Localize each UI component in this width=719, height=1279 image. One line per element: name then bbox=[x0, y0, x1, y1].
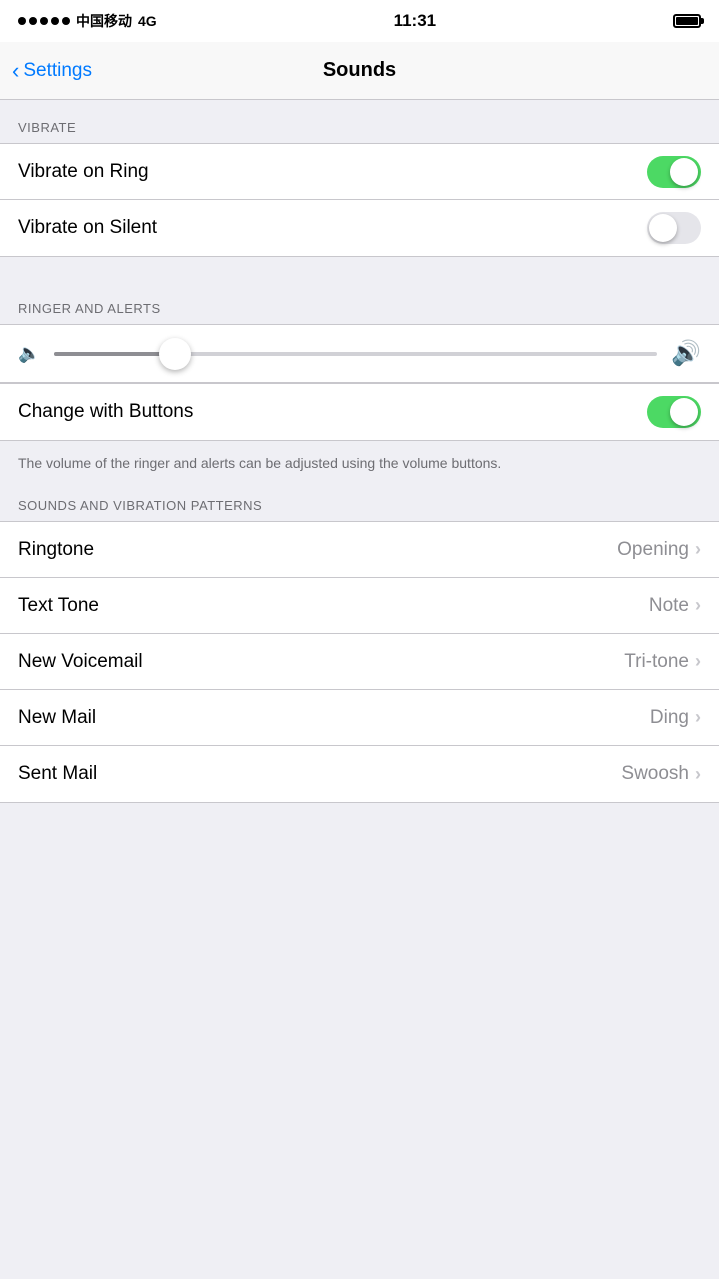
new-mail-label: New Mail bbox=[18, 707, 96, 729]
change-with-buttons-thumb bbox=[670, 398, 698, 426]
text-tone-right: Note › bbox=[649, 595, 701, 617]
spacer-bottom bbox=[0, 803, 719, 839]
volume-slider-fill bbox=[54, 352, 175, 356]
battery-fill bbox=[676, 17, 698, 25]
sounds-patterns-section-header: SOUNDS AND VIBRATION PATTERNS bbox=[0, 490, 719, 521]
new-mail-row[interactable]: New Mail Ding › bbox=[0, 690, 719, 746]
text-tone-chevron-icon: › bbox=[695, 595, 701, 616]
sent-mail-row[interactable]: Sent Mail Swoosh › bbox=[0, 746, 719, 802]
new-mail-value: Ding bbox=[650, 707, 689, 729]
sent-mail-label: Sent Mail bbox=[18, 763, 97, 785]
volume-slider-row[interactable]: 🔈 🔊 bbox=[0, 324, 719, 383]
signal-dots bbox=[18, 17, 70, 25]
change-with-buttons-toggle[interactable] bbox=[647, 396, 701, 428]
vibrate-group: Vibrate on Ring Vibrate on Silent bbox=[0, 143, 719, 257]
dot3 bbox=[40, 17, 48, 25]
new-mail-right: Ding › bbox=[650, 707, 701, 729]
sent-mail-value: Swoosh bbox=[621, 763, 689, 785]
carrier-label: 中国移动 bbox=[76, 11, 132, 31]
change-buttons-group: Change with Buttons bbox=[0, 383, 719, 441]
nav-bar: ‹ Settings Sounds bbox=[0, 42, 719, 100]
dot1 bbox=[18, 17, 26, 25]
change-with-buttons-label: Change with Buttons bbox=[18, 401, 193, 423]
new-voicemail-label: New Voicemail bbox=[18, 651, 143, 673]
back-button[interactable]: ‹ Settings bbox=[12, 60, 92, 82]
volume-slider-thumb[interactable] bbox=[159, 338, 191, 370]
ringtone-value: Opening bbox=[617, 539, 689, 561]
sounds-patterns-group: Ringtone Opening › Text Tone Note › New … bbox=[0, 521, 719, 803]
back-label: Settings bbox=[23, 60, 92, 82]
status-left: 中国移动 4G bbox=[18, 11, 157, 31]
vibrate-on-silent-row[interactable]: Vibrate on Silent bbox=[0, 200, 719, 256]
new-mail-chevron-icon: › bbox=[695, 707, 701, 728]
vibrate-on-ring-toggle[interactable] bbox=[647, 156, 701, 188]
volume-slider-track[interactable] bbox=[54, 352, 657, 356]
ringer-alerts-section-header: RINGER AND ALERTS bbox=[0, 293, 719, 324]
ringtone-chevron-icon: › bbox=[695, 539, 701, 560]
dot2 bbox=[29, 17, 37, 25]
status-time: 11:31 bbox=[394, 11, 437, 31]
sent-mail-chevron-icon: › bbox=[695, 764, 701, 785]
change-with-buttons-row[interactable]: Change with Buttons bbox=[0, 384, 719, 440]
sent-mail-right: Swoosh › bbox=[621, 763, 701, 785]
text-tone-value: Note bbox=[649, 595, 689, 617]
ringtone-right: Opening › bbox=[617, 539, 701, 561]
volume-high-icon: 🔊 bbox=[671, 339, 701, 368]
dot4 bbox=[51, 17, 59, 25]
ringer-description: The volume of the ringer and alerts can … bbox=[0, 441, 719, 490]
vibrate-on-ring-row[interactable]: Vibrate on Ring bbox=[0, 144, 719, 200]
new-voicemail-right: Tri-tone › bbox=[624, 651, 701, 673]
new-voicemail-row[interactable]: New Voicemail Tri-tone › bbox=[0, 634, 719, 690]
back-chevron-icon: ‹ bbox=[12, 60, 19, 82]
ringtone-row[interactable]: Ringtone Opening › bbox=[0, 522, 719, 578]
page-title: Sounds bbox=[323, 59, 396, 82]
vibrate-on-silent-label: Vibrate on Silent bbox=[18, 217, 157, 239]
text-tone-label: Text Tone bbox=[18, 595, 99, 617]
vibrate-on-silent-toggle[interactable] bbox=[647, 212, 701, 244]
text-tone-row[interactable]: Text Tone Note › bbox=[0, 578, 719, 634]
vibrate-on-silent-thumb bbox=[649, 214, 677, 242]
new-voicemail-value: Tri-tone bbox=[624, 651, 689, 673]
status-right bbox=[673, 14, 701, 28]
new-voicemail-chevron-icon: › bbox=[695, 651, 701, 672]
vibrate-section-header: VIBRATE bbox=[0, 100, 719, 143]
status-bar: 中国移动 4G 11:31 bbox=[0, 0, 719, 42]
volume-low-icon: 🔈 bbox=[18, 343, 40, 364]
battery-icon bbox=[673, 14, 701, 28]
spacer1 bbox=[0, 257, 719, 293]
ringtone-label: Ringtone bbox=[18, 539, 94, 561]
vibrate-on-ring-label: Vibrate on Ring bbox=[18, 161, 149, 183]
network-label: 4G bbox=[138, 13, 157, 29]
dot5 bbox=[62, 17, 70, 25]
vibrate-on-ring-thumb bbox=[670, 158, 698, 186]
